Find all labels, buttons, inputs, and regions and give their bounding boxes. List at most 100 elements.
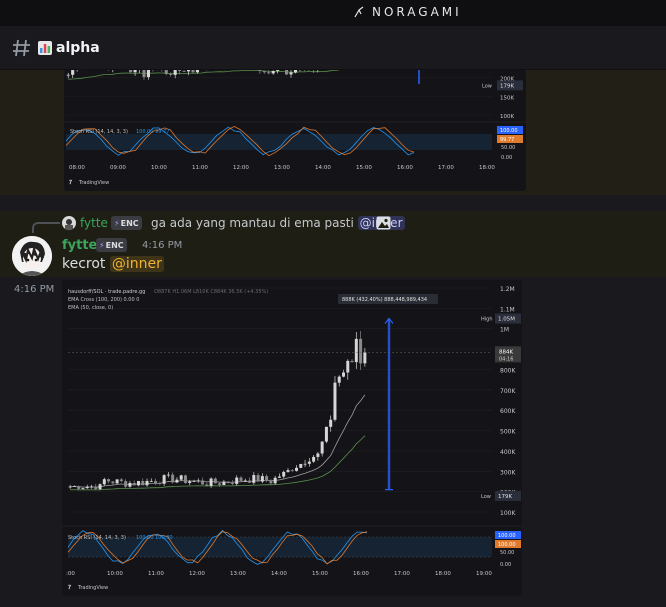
chart-main-watermark: TradingView: [77, 585, 108, 591]
chart-image-previous[interactable]: 250K200K150K100KLow179KStoch RSI (14, 14…: [64, 70, 526, 191]
chart-main-ema-cross: EMA Cross (100, 200) 0.00 0: [68, 297, 139, 303]
chart-main-candle: [354, 338, 358, 363]
chart-prev-time-tick: 14:00: [315, 165, 331, 171]
chart-main-candle: [265, 476, 269, 481]
chart-main-price-tick: 100K: [500, 510, 516, 517]
chart-prev-candle: [133, 70, 137, 73]
chart-main-candle: [243, 480, 247, 482]
message-text: kecrot: [62, 256, 106, 272]
chart-main-candle: [256, 475, 260, 482]
chart-main-candle: [303, 463, 307, 465]
chart-prev-candle: [276, 70, 280, 71]
chart-main-time-tick: 13:00: [230, 571, 246, 577]
chart-main-high-label: High: [481, 317, 493, 323]
chart-main-candle: [239, 477, 243, 481]
chart-prev-time-tick: 08:00: [69, 165, 85, 171]
chart-main-time-tick: 11:00: [148, 571, 164, 577]
reply-badge: ⚡ ENC: [111, 216, 142, 230]
reply-avatar[interactable]: [62, 216, 76, 230]
reply-preview[interactable]: ga ada yang mantau di ema pasti @inner: [151, 216, 405, 230]
chart-main-high-value: 1.05M: [498, 317, 515, 323]
chart-prev-candle: [289, 72, 293, 75]
chart-prev-candle: [262, 70, 266, 73]
message-mention[interactable]: @inner: [109, 256, 164, 272]
user-badge-label: ENC: [105, 240, 124, 250]
chart-prev-candle: [285, 70, 289, 75]
chart-main-candle: [94, 486, 98, 490]
channel-hash-icon: [13, 39, 30, 57]
chart-main-candle: [230, 482, 234, 484]
chart-prev-rsi-tick: 50.00: [501, 145, 515, 151]
chart-main-time-tick: 14:00: [271, 571, 287, 577]
chart-prev-rsi-title: Stoch RSI (14, 14, 3, 3): [70, 129, 128, 135]
chart-prev-candle: [178, 70, 182, 72]
chart-prev-time-tick: 12:00: [233, 165, 249, 171]
chart-main-candle: [277, 476, 281, 478]
user-avatar[interactable]: [12, 236, 52, 276]
chart-main-candle: [175, 479, 179, 483]
reply-username[interactable]: fytte: [80, 216, 108, 230]
chart-main-candle: [196, 480, 200, 482]
chart-main-candle: [282, 471, 286, 477]
reply-connector: [32, 222, 60, 233]
chart-image-main[interactable]: 1.2M1.1M1M900K800K700K600K500K400K300K20…: [62, 280, 522, 596]
chart-main-candle: [273, 477, 277, 484]
chart-main-last-value: 884K: [499, 349, 513, 355]
chart-main-candle: [222, 481, 226, 485]
chart-prev-time-tick: 17:00: [438, 165, 454, 171]
chart-main-candle: [342, 372, 346, 377]
chart-main-candle: [316, 453, 320, 457]
chart-prev-rsi-tick: 100.00: [500, 128, 518, 134]
chart-main-time-tick: :00: [66, 571, 75, 577]
chart-previous-svg: 250K200K150K100KLow179KStoch RSI (14, 14…: [64, 70, 526, 191]
chart-prev-price-tick: 150K: [500, 95, 514, 101]
chart-main-time-tick: 12:00: [189, 571, 205, 577]
chart-main-candle: [252, 475, 256, 483]
chart-main-candle: [359, 338, 363, 364]
chart-main-candle: [166, 474, 170, 476]
chart-main-time-tick: 18:00: [435, 571, 451, 577]
chart-prev-time-tick: 09:00: [110, 165, 126, 171]
chart-prev-candle: [191, 70, 195, 73]
chart-main-candle: [290, 470, 294, 471]
chart-main-time-tick: 16:00: [353, 571, 369, 577]
chart-main-time-tick: 17:00: [394, 571, 410, 577]
chart-main-candle: [329, 419, 333, 427]
chart-main-candle: [218, 483, 222, 485]
chart-main-rsi-values: 100.00 100.00: [136, 535, 173, 541]
chart-main-candle: [320, 441, 324, 454]
chart-main-candle: [260, 476, 264, 482]
chart-main-candle: [307, 461, 311, 464]
chart-prev-candle: [164, 70, 168, 74]
chart-main-candle: [68, 486, 72, 488]
chart-main-candle: [188, 481, 192, 483]
chart-prev-time-tick: 18:00: [479, 165, 495, 171]
chart-prev-price-tick: 100K: [500, 114, 514, 120]
chart-prev-time-tick: 15:00: [356, 165, 372, 171]
chart-main-candle: [350, 360, 354, 363]
chart-main-candle: [72, 486, 76, 487]
hover-timestamp: 4:16 PM: [14, 284, 55, 295]
chart-prev-candle: [66, 74, 70, 76]
message-username[interactable]: fytte: [62, 238, 97, 253]
chart-main-candle: [209, 478, 213, 486]
chart-main-candle: [226, 481, 230, 483]
chart-main-candle: [124, 481, 128, 487]
chart-main-price-tick: 600K: [500, 408, 516, 415]
chart-main-rsi-tick: 100.00: [498, 533, 516, 539]
chart-main-candle: [179, 475, 183, 480]
chart-main-candle: [337, 376, 341, 383]
reply-badge-label: ENC: [120, 218, 139, 228]
chart-main-candle: [183, 475, 187, 483]
chart-prev-rsi-tick: 99.77: [500, 137, 514, 143]
chart-main-candle: [213, 478, 217, 484]
chart-prev-low-value: 179K: [500, 83, 514, 89]
chart-main-last-time: 04:16: [499, 356, 513, 362]
channel-name[interactable]: alpha: [56, 40, 100, 56]
chart-main-candle: [85, 486, 89, 489]
chart-main-candle: [128, 482, 132, 487]
chart-main-candle: [154, 480, 158, 484]
chart-main-candle: [201, 480, 205, 485]
chart-main-candle: [132, 482, 136, 486]
chart-main-low-value: 179K: [498, 494, 512, 500]
